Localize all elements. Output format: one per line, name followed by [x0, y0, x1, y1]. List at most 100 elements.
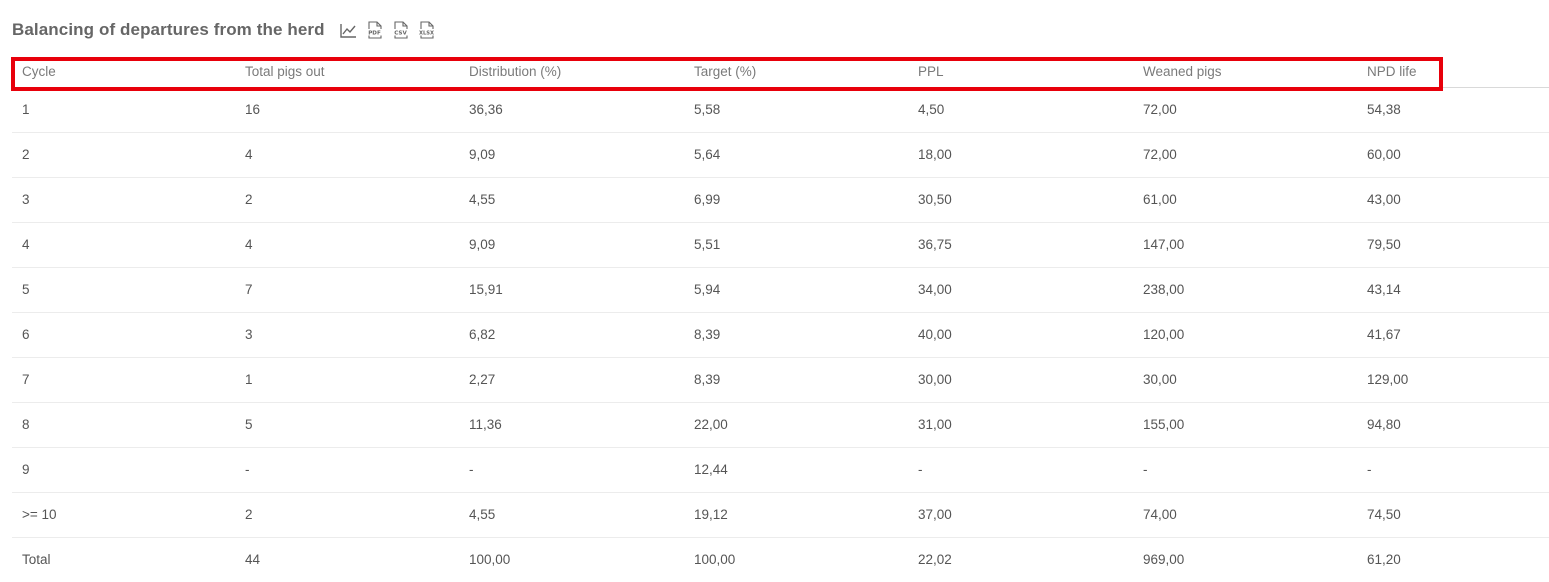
column-header-cycle[interactable]: Cycle: [22, 64, 56, 79]
cell-cycle: 2: [22, 147, 30, 162]
cell-target: 5,94: [694, 282, 721, 297]
table-row: >= 10 2 4,55 19,12 37,00 74,00 74,50: [12, 493, 1549, 538]
cell-distribution: 2,27: [469, 372, 496, 387]
cell-total-pigs-out: 7: [245, 282, 253, 297]
cell-cycle: 9: [22, 462, 30, 477]
cell-distribution: 11,36: [469, 417, 502, 432]
cell-distribution: 9,09: [469, 237, 496, 252]
cell-npd-life: 129,00: [1367, 372, 1409, 387]
page-title: Balancing of departures from the herd: [12, 20, 325, 39]
cell-weaned-pigs: 61,00: [1143, 192, 1177, 207]
cell-weaned-pigs: 238,00: [1143, 282, 1185, 297]
cell-npd-life: 79,50: [1367, 237, 1401, 252]
cell-npd-life: 43,14: [1367, 282, 1401, 297]
table-row: 4 4 9,09 5,51 36,75 147,00 79,50: [12, 223, 1549, 268]
cell-target: 22,00: [694, 417, 728, 432]
cell-total-pigs-out: 4: [245, 237, 253, 252]
cell-distribution: 36,36: [469, 102, 503, 117]
csv-export-icon[interactable]: CSV: [391, 21, 410, 40]
table-row: 8 5 11,36 22,00 31,00 155,00 94,80: [12, 403, 1549, 448]
cell-total-pigs-out: 16: [245, 102, 261, 117]
cell-cycle: 8: [22, 417, 30, 432]
table-row: 1 16 36,36 5,58 4,50 72,00 54,38: [12, 88, 1549, 133]
cell-distribution: -: [469, 462, 474, 477]
table-row: 7 1 2,27 8,39 30,00 30,00 129,00: [12, 358, 1549, 403]
cell-target: 12,44: [694, 462, 728, 477]
line-chart-icon[interactable]: [339, 21, 358, 40]
cell-ppl: 18,00: [918, 147, 952, 162]
cell-distribution: 4,55: [469, 192, 496, 207]
cell-ppl: 40,00: [918, 327, 952, 342]
table-row: 9 - - 12,44 - - -: [12, 448, 1549, 493]
cell-ppl: 4,50: [918, 102, 945, 117]
cell-total-pigs-out: 3: [245, 327, 253, 342]
cell-npd-life: 94,80: [1367, 417, 1401, 432]
export-toolbar: PDF CSV XLSX: [339, 21, 436, 40]
departures-table: Cycle Total pigs out Distribution (%) Ta…: [11, 56, 1549, 582]
cell-target: 5,58: [694, 102, 721, 117]
cell-weaned-pigs: 155,00: [1143, 417, 1185, 432]
cell-ppl: 37,00: [918, 507, 952, 522]
cell-ppl: 36,75: [918, 237, 952, 252]
cell-total-pigs-out: 1: [245, 372, 253, 387]
column-header-total-pigs-out[interactable]: Total pigs out: [245, 64, 325, 79]
cell-ppl: 30,50: [918, 192, 952, 207]
table-row: Total 44 100,00 100,00 22,02 969,00 61,20: [12, 538, 1549, 582]
cell-cycle: 4: [22, 237, 30, 252]
pdf-icon-label: PDF: [368, 31, 381, 37]
cell-weaned-pigs: 30,00: [1143, 372, 1177, 387]
cell-target: 8,39: [694, 327, 721, 342]
cell-npd-life: 43,00: [1367, 192, 1401, 207]
csv-icon-label: CSV: [394, 31, 407, 37]
cell-npd-life: 41,67: [1367, 327, 1401, 342]
xlsx-export-icon[interactable]: XLSX: [417, 21, 436, 40]
cell-cycle: 5: [22, 282, 30, 297]
table-row: 6 3 6,82 8,39 40,00 120,00 41,67: [12, 313, 1549, 358]
table-row: 5 7 15,91 5,94 34,00 238,00 43,14: [12, 268, 1549, 313]
cell-target: 19,12: [694, 507, 728, 522]
cell-cycle: 3: [22, 192, 30, 207]
cell-npd-life: 60,00: [1367, 147, 1401, 162]
column-header-npd-life[interactable]: NPD life: [1367, 64, 1417, 79]
cell-distribution: 15,91: [469, 282, 503, 297]
cell-npd-life: -: [1367, 462, 1372, 477]
cell-ppl: 30,00: [918, 372, 952, 387]
cell-weaned-pigs: 74,00: [1143, 507, 1177, 522]
cell-ppl: 31,00: [918, 417, 952, 432]
xlsx-icon-label: XLSX: [419, 31, 434, 37]
title-row: Balancing of departures from the herd PD…: [12, 17, 436, 43]
cell-weaned-pigs: -: [1143, 462, 1148, 477]
cell-total-pigs-out: -: [245, 462, 250, 477]
column-header-weaned-pigs[interactable]: Weaned pigs: [1143, 64, 1222, 79]
cell-cycle: >= 10: [22, 507, 57, 522]
column-header-distribution[interactable]: Distribution (%): [469, 64, 561, 79]
cell-total-pigs-out: 4: [245, 147, 253, 162]
pdf-export-icon[interactable]: PDF: [365, 21, 384, 40]
cell-total-pigs-out: 2: [245, 507, 253, 522]
column-header-ppl[interactable]: PPL: [918, 64, 944, 79]
table-row: 2 4 9,09 5,64 18,00 72,00 60,00: [12, 133, 1549, 178]
cell-total-pigs-out: 2: [245, 192, 253, 207]
cell-target: 6,99: [694, 192, 721, 207]
cell-distribution: 6,82: [469, 327, 496, 342]
table-row: 3 2 4,55 6,99 30,50 61,00 43,00: [12, 178, 1549, 223]
cell-ppl: -: [918, 462, 923, 477]
cell-distribution: 9,09: [469, 147, 496, 162]
cell-ppl: 34,00: [918, 282, 952, 297]
cell-npd-life: 54,38: [1367, 102, 1401, 117]
cell-npd-life: 74,50: [1367, 507, 1401, 522]
cell-cycle: 1: [22, 102, 30, 117]
cell-weaned-pigs: 147,00: [1143, 237, 1185, 252]
cell-weaned-pigs: 120,00: [1143, 327, 1185, 342]
table-body: 1 16 36,36 5,58 4,50 72,00 54,38 2 4 9,09 5,64 18,0…: [12, 88, 1549, 582]
cell-weaned-pigs: 72,00: [1143, 102, 1177, 117]
cell-target: 5,51: [694, 237, 721, 252]
column-header-target[interactable]: Target (%): [694, 64, 756, 79]
table-header-row: Cycle Total pigs out Distribution (%) Ta…: [11, 56, 1549, 91]
cell-cycle: 6: [22, 327, 30, 342]
cell-distribution: 4,55: [469, 507, 496, 522]
cell-target: 8,39: [694, 372, 721, 387]
cell-total-pigs-out: 5: [245, 417, 253, 432]
cell-weaned-pigs: 72,00: [1143, 147, 1177, 162]
cell-cycle: 7: [22, 372, 30, 387]
